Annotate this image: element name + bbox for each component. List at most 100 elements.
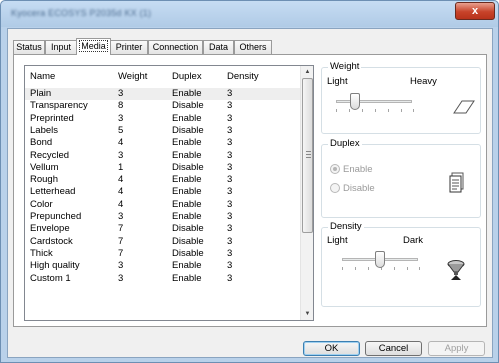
tab-connection[interactable]: Connection [148,40,203,54]
cell-density: 3 [227,272,233,284]
table-row[interactable]: Recycled 3 Enable 3 [25,150,300,162]
cell-duplex: Disable [172,247,204,259]
cell-weight: 7 [118,223,124,235]
tab-input[interactable]: Input [45,40,77,54]
duplex-group-title: Duplex [328,138,362,149]
table-row[interactable]: Bond 4 Enable 3 [25,137,300,149]
cell-name: Rough [30,174,58,186]
cell-duplex: Disable [172,223,204,235]
toner-cartridge-icon [447,260,465,280]
weight-light-label: Light [327,76,348,87]
cell-name: Preprinted [30,112,74,124]
cell-name: Thick [30,247,53,259]
cell-weight: 3 [118,149,124,161]
media-type-list[interactable]: Name Weight Duplex Density Plain 3 Enable 3… [24,65,314,321]
cell-duplex: Enable [172,174,202,186]
cell-weight: 4 [118,137,124,149]
weight-group: Weight Light Heavy [321,61,481,134]
cell-weight: 3 [118,88,124,99]
cell-name: Transparency [30,100,88,112]
tab-others[interactable]: Others [234,40,272,54]
scroll-up-arrow-icon[interactable]: ▲ [303,67,312,77]
duplex-disable-radio[interactable] [330,183,340,193]
cell-weight: 4 [118,174,124,186]
cell-duplex: Enable [172,198,202,210]
table-row[interactable]: Envelope 7 Disable 3 [25,223,300,235]
cell-name: Prepunched [30,211,82,222]
title-bar[interactable]: Kyocera ECOSYS P2035d KX (1) x [1,1,498,27]
cell-density: 3 [227,88,233,99]
table-row[interactable]: Color 4 Enable 3 [25,199,300,211]
table-row[interactable]: Letterhead 4 Enable 3 [25,186,300,198]
table-row[interactable]: Preprinted 3 Enable 3 [25,113,300,125]
scrollbar-thumb[interactable] [302,78,313,233]
cell-duplex: Enable [172,149,202,161]
tab-printer[interactable]: Printer [110,40,148,54]
table-row[interactable]: Thick 7 Disable 3 [25,248,300,260]
cell-weight: 3 [118,211,124,222]
cell-weight: 3 [118,260,124,272]
cell-name: High quality [30,260,80,272]
cell-name: Recycled [30,149,70,161]
scroll-down-arrow-icon[interactable]: ▼ [303,309,312,319]
cell-weight: 5 [118,124,124,136]
cell-weight: 1 [118,161,124,173]
cell-density: 3 [227,149,233,161]
table-row[interactable]: Vellum 1 Disable 3 [25,162,300,174]
table-row[interactable]: Custom 1 3 Enable 3 [25,273,300,285]
density-slider-thumb[interactable] [375,251,385,268]
close-button[interactable]: x [455,2,495,20]
cell-density: 3 [227,247,233,259]
cell-density: 3 [227,161,233,173]
table-row[interactable]: Cardstock 7 Disable 3 [25,236,300,248]
tab-media[interactable]: Media [76,38,111,55]
density-dark-label: Dark [403,235,424,246]
apply-button[interactable]: Apply [428,341,485,356]
weight-slider-ticks [336,109,414,112]
cell-weight: 4 [118,198,124,210]
table-row[interactable]: Prepunched 3 Enable 3 [25,211,300,223]
list-scrollbar[interactable]: ▲ ▼ [300,66,313,320]
cell-duplex: Enable [172,260,202,272]
cancel-button[interactable]: Cancel [365,341,422,356]
column-header-density[interactable]: Density [227,71,259,82]
table-row[interactable]: Transparency 8 Disable 3 [25,100,300,112]
duplex-disable-option[interactable]: Disable [330,183,375,194]
column-header-name[interactable]: Name [30,71,55,82]
tab-media-label: Media [79,40,108,52]
tab-status[interactable]: Status [13,40,45,54]
cell-duplex: Disable [172,124,204,136]
column-header-weight[interactable]: Weight [118,71,147,82]
cell-density: 3 [227,100,233,112]
table-row[interactable]: Rough 4 Enable 3 [25,174,300,186]
cell-density: 3 [227,260,233,272]
cell-density: 3 [227,198,233,210]
duplex-disable-label: Disable [343,183,375,194]
cell-density: 3 [227,112,233,124]
scrollbar-grip-icon [306,151,311,158]
paper-sheet-icon [453,100,475,114]
cell-density: 3 [227,137,233,149]
list-header: Name Weight Duplex Density [25,66,300,85]
cell-density: 3 [227,174,233,186]
duplex-enable-option[interactable]: Enable [330,164,373,175]
cell-weight: 7 [118,247,124,259]
weight-slider-track[interactable] [336,100,412,103]
tab-data[interactable]: Data [203,40,234,54]
cell-density: 3 [227,186,233,198]
cell-duplex: Enable [172,186,202,198]
weight-heavy-label: Heavy [410,76,437,87]
column-header-duplex[interactable]: Duplex [172,71,202,82]
table-row[interactable]: High quality 3 Enable 3 [25,260,300,272]
cell-name: Color [30,198,53,210]
cell-duplex: Disable [172,161,204,173]
cell-name: Plain [30,88,52,99]
duplex-document-icon [449,172,464,193]
duplex-enable-radio[interactable] [330,164,340,174]
ok-button[interactable]: OK [303,341,360,356]
weight-slider-thumb[interactable] [350,93,360,110]
table-row[interactable]: Labels 5 Disable 3 [25,125,300,137]
cell-density: 3 [227,211,233,222]
cell-weight: 7 [118,235,124,247]
table-row[interactable]: Plain 3 Enable 3 [25,88,300,101]
